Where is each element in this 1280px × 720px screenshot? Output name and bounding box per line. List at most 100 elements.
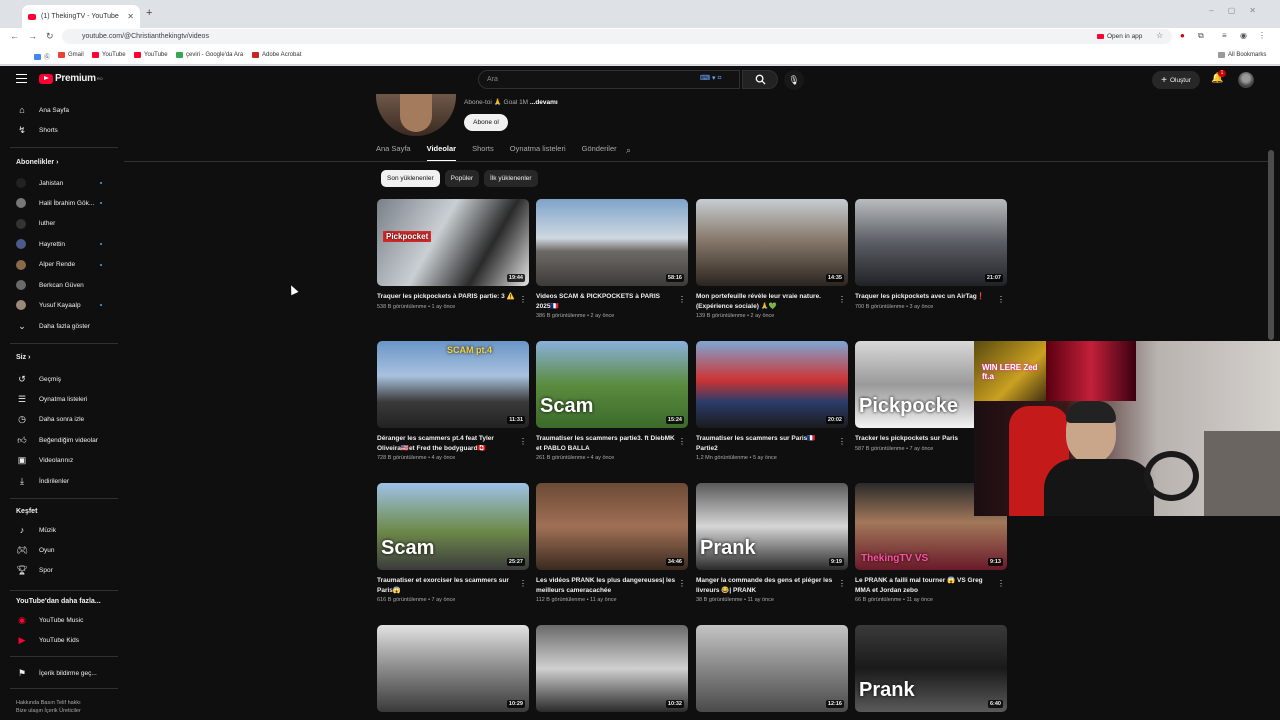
chip-latest[interactable]: Son yüklenenler: [381, 170, 440, 187]
channel-search-icon[interactable]: ⌕: [626, 145, 631, 156]
sidebar-item-like[interactable]: 👍︎ Beğendiğim videolar: [0, 430, 118, 450]
more-options-icon[interactable]: ⋮: [678, 437, 686, 446]
video-card[interactable]: 58:16 Videos SCAM & PICKPOCKETS à PARIS 2…: [536, 199, 688, 319]
window-controls[interactable]: –▢✕: [1209, 6, 1270, 15]
forward-icon[interactable]: →: [28, 31, 37, 41]
sidebar-item-gaming[interactable]: 🎮︎ Oyun: [0, 540, 118, 560]
media-icon[interactable]: ≡: [1222, 31, 1227, 40]
video-thumbnail[interactable]: 10:29: [377, 625, 529, 712]
video-title[interactable]: Traquer les pickpockets avec un AirTag❗: [855, 292, 995, 302]
video-card[interactable]: 34:46 Les vidéos PRANK les plus dangereus…: [536, 483, 688, 603]
video-card[interactable]: Prank 6:40: [855, 625, 1007, 712]
sidebar-item-subscription[interactable]: Halil İbrahim Gök...: [0, 193, 118, 213]
sidebar-item-music[interactable]: ♪ Müzik: [0, 520, 118, 540]
bookmark-star-icon[interactable]: ☆: [1156, 31, 1163, 40]
video-title[interactable]: Traumatiser les scammers partie3. ft Die…: [536, 434, 676, 453]
you-heading[interactable]: Siz ›: [16, 354, 30, 361]
sidebar-item-report[interactable]: ⚑ İçerik bildirme geç...: [0, 663, 118, 683]
tab-videos[interactable]: Videolar: [426, 144, 457, 162]
video-thumbnail[interactable]: Scam 25:27: [377, 483, 529, 570]
video-title[interactable]: Traumatiser et exorciser les scammers su…: [377, 576, 517, 595]
tab-posts[interactable]: Gönderiler: [582, 144, 617, 160]
sidebar-item-subscription[interactable]: Hayrettin: [0, 234, 118, 254]
more-options-icon[interactable]: ⋮: [519, 295, 527, 304]
tab-playlists[interactable]: Oynatma listeleri: [510, 144, 566, 160]
video-thumbnail[interactable]: 10:32: [536, 625, 688, 712]
chip-popular[interactable]: Popüler: [444, 170, 480, 187]
menu-icon[interactable]: ⋮: [1258, 31, 1266, 40]
video-title[interactable]: Videos SCAM & PICKPOCKETS à PARIS 2025🇫🇷: [536, 292, 676, 311]
video-thumbnail[interactable]: SCAM pt.4 11:31: [377, 341, 529, 428]
search-button[interactable]: [742, 70, 778, 89]
back-icon[interactable]: ←: [10, 31, 19, 41]
video-thumbnail[interactable]: Scam 15:24: [536, 341, 688, 428]
extension-icon[interactable]: ●: [1180, 31, 1185, 40]
video-card[interactable]: Prank 9:19 Manger la commande des gens et …: [696, 483, 848, 603]
more-options-icon[interactable]: ⋮: [838, 437, 846, 446]
address-bar[interactable]: youtube.com/@Christianthekingtv/videos: [62, 29, 1172, 44]
video-card[interactable]: Scam 15:24 Traumatiser les scammers partie…: [536, 341, 688, 461]
new-tab-icon[interactable]: +: [146, 7, 152, 19]
sidebar-item-download[interactable]: ⤓ İndirilenler: [0, 471, 118, 491]
video-thumbnail[interactable]: 21:07: [855, 199, 1007, 286]
all-bookmarks[interactable]: All Bookmarks: [1218, 52, 1266, 58]
scrollbar[interactable]: [1268, 150, 1274, 340]
video-card[interactable]: Scam 25:27 Traumatiser et exorciser les sc…: [377, 483, 529, 603]
sidebar-item-home[interactable]: ⌂ Ana Sayfa: [0, 100, 118, 120]
sidebar-item-playlist[interactable]: ☰ Oynatma listeleri: [0, 389, 118, 409]
more-options-icon[interactable]: ⋮: [678, 295, 686, 304]
channel-description[interactable]: Abone-toi 🙏 Goal 1M ...devamı: [464, 98, 558, 106]
sidebar-item-subscription[interactable]: Yusuf Kayaalp: [0, 295, 118, 315]
footer-links[interactable]: Hakkında Basın Telif hakkı Bize ulaşın İç…: [16, 699, 81, 715]
video-thumbnail[interactable]: Prank 9:19: [696, 483, 848, 570]
video-card[interactable]: 20:02 Traumatiser les scammers sur Paris🇫…: [696, 341, 848, 461]
video-title[interactable]: Le PRANK a failli mal tourner 😱 VS Greg …: [855, 576, 995, 595]
video-title[interactable]: Traquer les pickpockets à PARIS partie: …: [377, 292, 517, 302]
video-thumbnail[interactable]: Prank 6:40: [855, 625, 1007, 712]
keyboard-icon[interactable]: ⌨ ▾ ⌗: [700, 74, 721, 83]
sidebar-item-shorts[interactable]: ↯ Shorts: [0, 120, 118, 140]
video-thumbnail[interactable]: 12:16: [696, 625, 848, 712]
video-card[interactable]: Pickpocket 19:44 Traquer les pickpockets à…: [377, 199, 529, 310]
video-card[interactable]: 10:29: [377, 625, 529, 712]
extensions-puzzle-icon[interactable]: ⧉: [1198, 31, 1204, 41]
subscribe-button[interactable]: Abone ol: [464, 114, 508, 131]
video-title[interactable]: Les vidéos PRANK les plus dangereuses| l…: [536, 576, 676, 595]
more-link[interactable]: ...devamı: [530, 99, 558, 106]
more-options-icon[interactable]: ⋮: [519, 437, 527, 446]
video-thumbnail[interactable]: 58:16: [536, 199, 688, 286]
video-card[interactable]: 21:07 Traquer les pickpockets avec un Air…: [855, 199, 1007, 310]
video-title[interactable]: Mon portefeuille révèle leur vraie natur…: [696, 292, 836, 311]
video-title[interactable]: Déranger les scammers pt.4 feat Tyler Ol…: [377, 434, 517, 453]
more-options-icon[interactable]: ⋮: [519, 579, 527, 588]
more-options-icon[interactable]: ⋮: [838, 295, 846, 304]
sidebar-item-history[interactable]: ↺ Geçmiş: [0, 369, 118, 389]
channel-avatar[interactable]: [376, 94, 456, 136]
bookmark-acrobat[interactable]: Adobe Acrobat: [252, 52, 301, 58]
bookmark-youtube-2[interactable]: YouTube: [134, 52, 168, 58]
close-tab-icon[interactable]: ✕: [127, 12, 134, 21]
sidebar-item-youtube-music[interactable]: ◉ YouTube Music: [0, 610, 118, 630]
sidebar-item-subscription[interactable]: Berkcan Güven: [0, 275, 118, 295]
bookmark-youtube[interactable]: YouTube: [92, 52, 126, 58]
open-in-app-button[interactable]: Open in app: [1097, 30, 1142, 42]
youtube-logo[interactable]: Premium RO: [39, 73, 103, 84]
more-options-icon[interactable]: ⋮: [838, 579, 846, 588]
mic-icon[interactable]: 🎙: [784, 70, 804, 90]
video-title[interactable]: Manger la commande des gens et piéger le…: [696, 576, 836, 595]
subscriptions-heading[interactable]: Abonelikler ›: [16, 159, 58, 166]
avatar[interactable]: [1238, 72, 1254, 88]
browser-tab[interactable]: (1) ThekingTV - YouTube ✕: [22, 5, 140, 28]
sidebar-item-subscription[interactable]: Alper Rende: [0, 255, 118, 275]
sidebar-item-subscription[interactable]: Jahistan: [0, 173, 118, 193]
sidebar-item-watch-later[interactable]: ◷ Daha sonra izle: [0, 410, 118, 430]
hamburger-menu-icon[interactable]: [16, 74, 27, 83]
video-card[interactable]: 10:32: [536, 625, 688, 712]
more-options-icon[interactable]: ⋮: [678, 579, 686, 588]
video-thumbnail[interactable]: 20:02: [696, 341, 848, 428]
more-options-icon[interactable]: ⋮: [997, 295, 1005, 304]
more-options-icon[interactable]: ⋮: [997, 579, 1005, 588]
bookmark-google-search[interactable]: çeviri - Google'da Ara: [176, 52, 243, 58]
sidebar-item-your-videos[interactable]: ▣ Videolarınız: [0, 451, 118, 471]
video-card[interactable]: 12:16: [696, 625, 848, 712]
